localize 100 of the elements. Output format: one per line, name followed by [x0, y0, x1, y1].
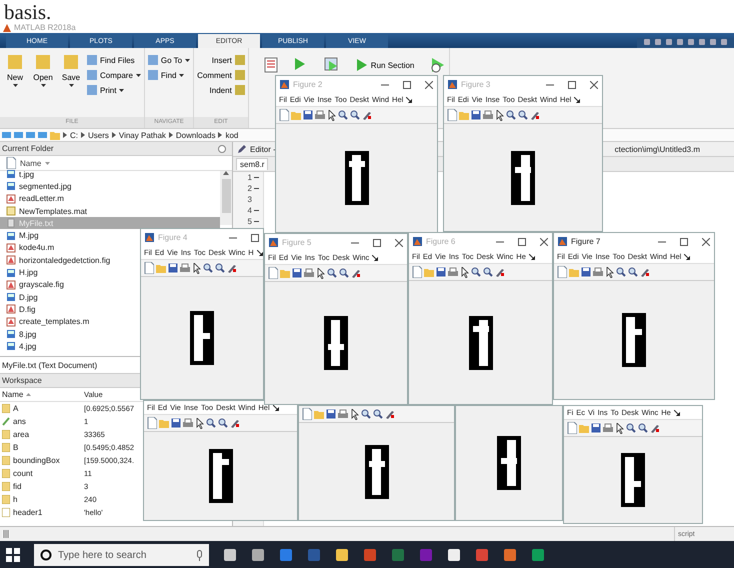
column-header[interactable]: Name	[2, 390, 24, 399]
variable-name[interactable]: boundingBox	[13, 456, 60, 465]
pointer-icon[interactable]	[195, 418, 204, 428]
menu-overflow-icon[interactable]	[684, 254, 690, 260]
new-file-icon[interactable]	[302, 408, 312, 420]
toolbar-button[interactable]: New	[3, 51, 27, 117]
toolbar-button[interactable]: Compare	[87, 70, 141, 80]
zoom-in-icon[interactable]	[361, 409, 371, 419]
variable-name[interactable]: ans	[13, 417, 26, 426]
pointer-icon[interactable]	[327, 110, 336, 120]
new-file-icon[interactable]	[557, 266, 567, 278]
zoom-in-icon[interactable]	[626, 423, 636, 433]
pointer-icon[interactable]	[460, 266, 469, 278]
variable-name[interactable]: h	[13, 495, 18, 504]
run-section-button[interactable]: Run Section	[356, 58, 414, 72]
zoom-out-icon[interactable]	[218, 418, 228, 428]
file-list-item[interactable]: H.jpg	[0, 266, 44, 279]
maximize-icon[interactable]	[518, 238, 526, 246]
address-segment[interactable]: Downloads	[176, 130, 216, 140]
new-file-icon[interactable]	[279, 109, 289, 121]
zoom-in-icon[interactable]	[327, 268, 337, 278]
brush-icon[interactable]	[640, 267, 650, 277]
toolbar-button[interactable]: Insert	[197, 55, 245, 65]
close-icon[interactable]	[395, 238, 403, 246]
zoom-in-icon[interactable]	[616, 267, 626, 277]
file-list-item[interactable]: D.jpg	[0, 290, 44, 304]
address-segment[interactable]: kod	[225, 130, 238, 140]
brush-icon[interactable]	[530, 110, 540, 120]
publish-icon[interactable]	[264, 57, 278, 73]
column-header[interactable]: Name	[20, 158, 42, 168]
brush-icon[interactable]	[650, 423, 660, 433]
brush-icon[interactable]	[230, 418, 240, 428]
panel-menu-icon[interactable]	[218, 144, 226, 152]
run-advance-icon[interactable]	[324, 57, 340, 73]
toolbar-button[interactable]: Save	[59, 51, 83, 117]
address-segment[interactable]: C:	[70, 130, 78, 140]
zoom-out-icon[interactable]	[628, 267, 638, 277]
brush-icon[interactable]	[385, 409, 395, 419]
pointer-icon[interactable]	[495, 110, 504, 120]
brush-icon[interactable]	[227, 263, 237, 273]
zoom-in-icon[interactable]	[206, 418, 216, 428]
new-file-icon[interactable]	[447, 109, 457, 121]
pointer-icon[interactable]	[605, 266, 614, 278]
zoom-out-icon[interactable]	[350, 110, 360, 120]
toolbar-button[interactable]: Open	[31, 51, 55, 117]
file-list-item[interactable]: create_templates.m	[0, 316, 96, 328]
file-list-item[interactable]: 8.jpg	[0, 328, 42, 340]
menu-overflow-icon[interactable]	[372, 254, 378, 260]
search-field[interactable]: Type here to search	[34, 544, 209, 566]
menu-overflow-icon[interactable]	[256, 250, 263, 256]
variable-name[interactable]: A	[13, 404, 18, 413]
pointer-icon[interactable]	[316, 268, 325, 278]
brush-icon[interactable]	[495, 267, 505, 277]
file-list-item[interactable]: t.jpg	[0, 168, 40, 180]
zoom-in-icon[interactable]	[338, 110, 348, 120]
maximize-icon[interactable]	[680, 238, 688, 246]
zoom-in-icon[interactable]	[471, 267, 481, 277]
zoom-out-icon[interactable]	[373, 409, 383, 419]
zoom-out-icon[interactable]	[518, 110, 528, 120]
file-list-item[interactable]: grayscale.fig	[0, 278, 70, 291]
toolbar-button[interactable]: Print	[87, 85, 141, 95]
file-list-item[interactable]: horizontaledgedetction.fig	[0, 254, 116, 266]
file-list-item[interactable]: kode4u.m	[0, 242, 60, 254]
brush-icon[interactable]	[362, 110, 372, 120]
windows-start-icon[interactable]	[6, 548, 20, 562]
maximize-icon[interactable]	[568, 80, 576, 88]
zoom-out-icon[interactable]	[483, 267, 493, 277]
toolbar-button[interactable]: Comment	[197, 70, 245, 80]
close-icon[interactable]	[425, 80, 433, 88]
menu-overflow-icon[interactable]	[272, 404, 279, 410]
scroll-up-icon[interactable]	[223, 171, 229, 175]
variable-name[interactable]: count	[13, 469, 33, 478]
close-icon[interactable]	[702, 238, 710, 246]
zoom-out-icon[interactable]	[638, 423, 648, 433]
scrollbar[interactable]	[220, 171, 232, 225]
toolbar-button[interactable]: Indent	[197, 85, 245, 95]
close-icon[interactable]	[540, 238, 548, 246]
file-list-item[interactable]: D.fig	[0, 303, 42, 316]
maximize-icon[interactable]	[403, 80, 411, 88]
zoom-in-icon[interactable]	[203, 263, 213, 273]
pointer-icon[interactable]	[615, 422, 624, 434]
toolbar-button[interactable]: Go To	[148, 55, 190, 65]
variable-name[interactable]: area	[13, 430, 30, 439]
file-list-item[interactable]: 4.jpg	[0, 340, 42, 352]
variable-name[interactable]: B	[13, 443, 18, 452]
file-list-item[interactable]: NewTemplates.mat	[0, 204, 94, 218]
address-segment[interactable]: Vinay Pathak	[118, 130, 166, 140]
brush-icon[interactable]	[351, 268, 361, 278]
zoom-in-icon[interactable]	[506, 110, 516, 120]
toolbar-button[interactable]: Find	[148, 70, 190, 80]
run-time-icon[interactable]	[430, 57, 446, 73]
file-list-item[interactable]: readLetter.m	[0, 192, 70, 205]
pointer-icon[interactable]	[350, 408, 359, 420]
file-list-item[interactable]: segmented.jpg	[0, 180, 78, 193]
menu-overflow-icon[interactable]	[528, 254, 535, 260]
file-tab[interactable]: sem8.r	[236, 158, 268, 170]
file-list-item[interactable]: M.jpg	[0, 229, 45, 242]
toolbar-button[interactable]: Find Files	[87, 55, 141, 65]
scrollbar-thumb[interactable]	[222, 179, 230, 213]
menu-overflow-icon[interactable]	[406, 96, 412, 102]
